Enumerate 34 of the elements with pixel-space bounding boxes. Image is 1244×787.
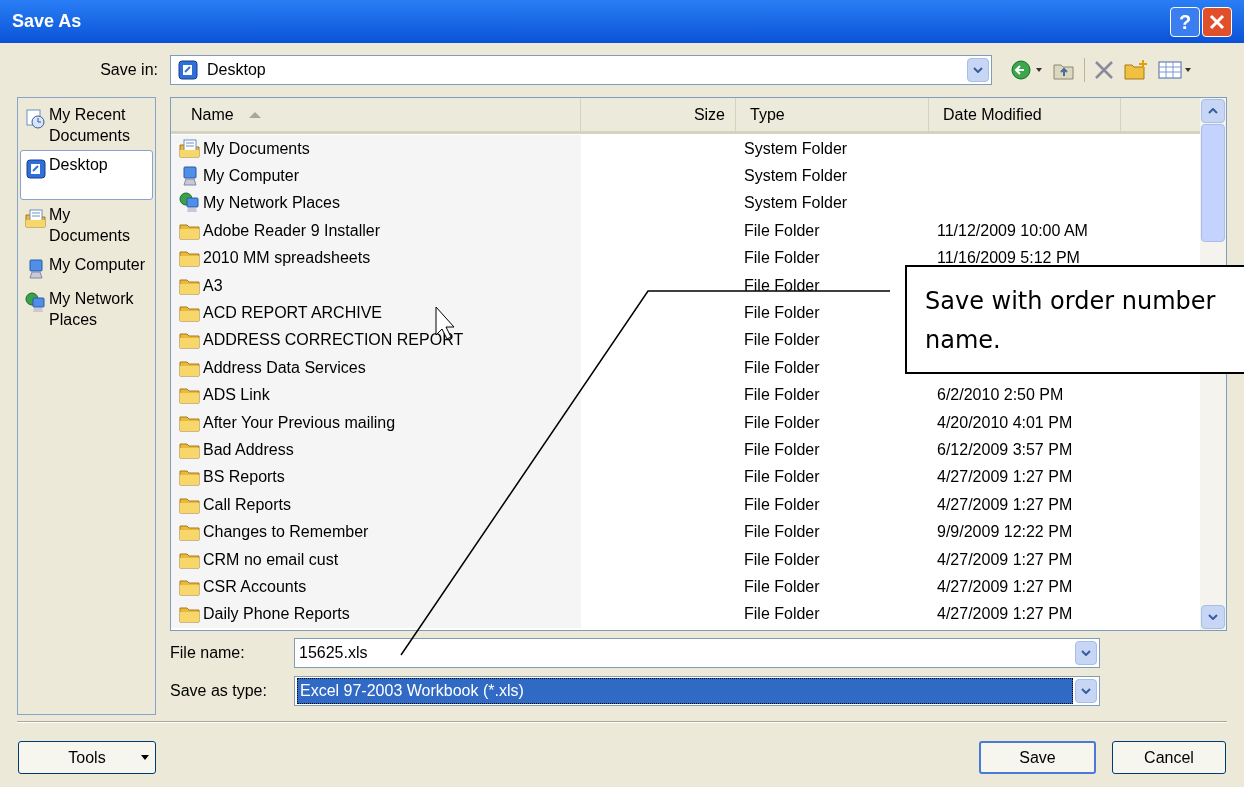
type-cell-text: File Folder (743, 220, 821, 241)
save-in-label: Save in: (99, 60, 159, 80)
date-cell-text: 4/27/2009 1:27 PM (936, 467, 1074, 488)
date-cell-text: 4/27/2009 1:27 PM (936, 604, 1074, 625)
type-cell-text: File Folder (743, 467, 821, 488)
date-cell-text: 4/20/2010 4:01 PM (936, 412, 1074, 433)
type-cell-text: System Folder (743, 138, 849, 159)
type-cell-text: File Folder (743, 385, 821, 406)
type-cell-text: File Folder (743, 494, 821, 515)
date-cell-text: 4/27/2009 1:27 PM (936, 549, 1074, 570)
callout-text: Save with order number name. (925, 287, 1216, 354)
date-cell-text: 6/12/2009 3:57 PM (936, 440, 1074, 460)
type-cell-text: File Folder (743, 576, 821, 597)
date-cell-text: 11/16/2009 5:12 PM (936, 248, 1081, 269)
file-name-label: File name: (170, 643, 246, 663)
date-cell-text: 9/9/2009 12:22 PM (936, 522, 1074, 543)
type-cell-text: File Folder (743, 303, 821, 324)
type-cell-text: File Folder (743, 412, 821, 433)
date-cell-text: 4/27/2009 1:27 PM (936, 576, 1074, 597)
type-cell-text: File Folder (743, 357, 821, 378)
type-cell-text: File Folder (743, 248, 821, 269)
save-as-type-label: Save as type: (170, 681, 268, 701)
type-cell-text: System Folder (743, 166, 849, 187)
type-cell-text: File Folder (743, 275, 821, 296)
date-cell-text: 11/12/2009 10:00 AM (936, 220, 1089, 241)
type-cell-text: File Folder (743, 330, 821, 351)
date-cell-text: 4/27/2009 1:27 PM (936, 494, 1074, 515)
type-cell-text: File Folder (743, 522, 821, 543)
type-cell-text: File Folder (743, 549, 821, 570)
type-cell-text: File Folder (743, 604, 821, 625)
type-cell-text: File Folder (743, 440, 821, 460)
type-cell-text: System Folder (743, 193, 849, 214)
date-cell-text: 6/2/2010 2:50 PM (936, 385, 1065, 406)
window-title: Save As (12, 10, 82, 33)
